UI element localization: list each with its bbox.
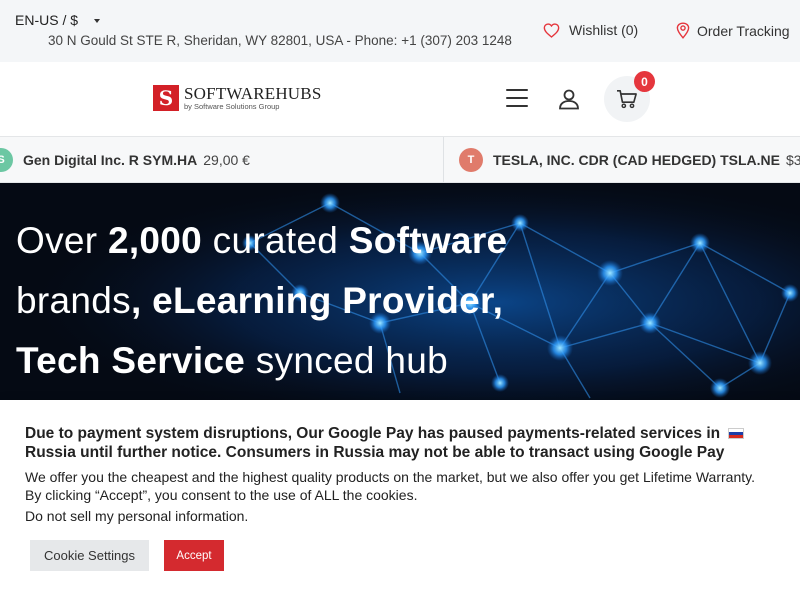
heart-icon <box>543 22 560 38</box>
do-not-sell-link[interactable]: Do not sell my personal information. <box>25 508 248 524</box>
ticker-item[interactable]: T TESLA, INC. CDR (CAD HEDGED) TSLA.NE $… <box>459 137 800 182</box>
cart-icon <box>617 90 637 109</box>
ticker-name: Gen Digital Inc. R SYM.HA <box>23 151 198 168</box>
accept-cookies-button[interactable]: Accept <box>164 540 224 571</box>
ticker-divider <box>443 137 444 182</box>
ticker-price: $3 <box>786 151 800 168</box>
cookie-consent-banner: Due to payment system disruptions, Our G… <box>0 400 800 600</box>
payment-disruption-notice: Due to payment system disruptions, Our G… <box>25 424 775 462</box>
site-logo[interactable]: S SOFTWAREHUBS by Software Solutions Gro… <box>153 85 321 111</box>
hero-line-3: Tech Service synced hub <box>16 340 448 381</box>
logo-mark: S <box>153 85 179 111</box>
order-tracking-label: Order Tracking <box>697 22 790 39</box>
ticker-price: 29,00 € <box>203 151 250 168</box>
cookie-settings-button[interactable]: Cookie Settings <box>30 540 149 571</box>
user-icon[interactable] <box>557 87 581 111</box>
ticker-name: TESLA, INC. CDR (CAD HEDGED) TSLA.NE <box>493 151 780 168</box>
ticker-logo-icon: S <box>0 147 13 172</box>
logo-tagline: by Software Solutions Group <box>184 102 280 112</box>
hero-line-2: brands, eLearning Provider, <box>16 280 504 321</box>
ticker-item[interactable]: S Gen Digital Inc. R SYM.HA 29,00 € <box>0 137 250 182</box>
order-tracking-link[interactable]: Order Tracking <box>676 22 790 39</box>
map-pin-icon <box>676 22 690 39</box>
hamburger-icon[interactable] <box>506 89 528 107</box>
logo-name: SOFTWAREHUBS <box>184 84 322 104</box>
cookie-consent-text: We offer you the cheapest and the highes… <box>25 469 755 503</box>
top-bar: EN-US / $ 30 N Gould St STE R, Sheridan,… <box>0 0 800 62</box>
chevron-down-icon <box>94 19 101 23</box>
russia-flag-icon <box>728 428 745 440</box>
store-address: 30 N Gould St STE R, Sheridan, WY 82801,… <box>48 33 512 48</box>
site-header: S SOFTWAREHUBS by Software Solutions Gro… <box>0 62 800 136</box>
ticker-logo-icon: T <box>459 147 483 172</box>
cart-count-badge: 0 <box>634 71 655 92</box>
stock-ticker: S Gen Digital Inc. R SYM.HA 29,00 € T TE… <box>0 136 800 183</box>
wishlist-link[interactable]: Wishlist (0) <box>543 22 638 38</box>
wishlist-label: Wishlist (0) <box>569 22 639 38</box>
hero-line-1: Over 2,000 curated Software <box>16 220 508 261</box>
locale-label: EN-US / $ <box>15 12 79 28</box>
hero-banner: Over 2,000 curated Software brands, eLea… <box>0 183 800 400</box>
locale-currency-selector[interactable]: EN-US / $ <box>15 12 101 28</box>
hero-headline: Over 2,000 curated Software brands, eLea… <box>16 220 507 391</box>
